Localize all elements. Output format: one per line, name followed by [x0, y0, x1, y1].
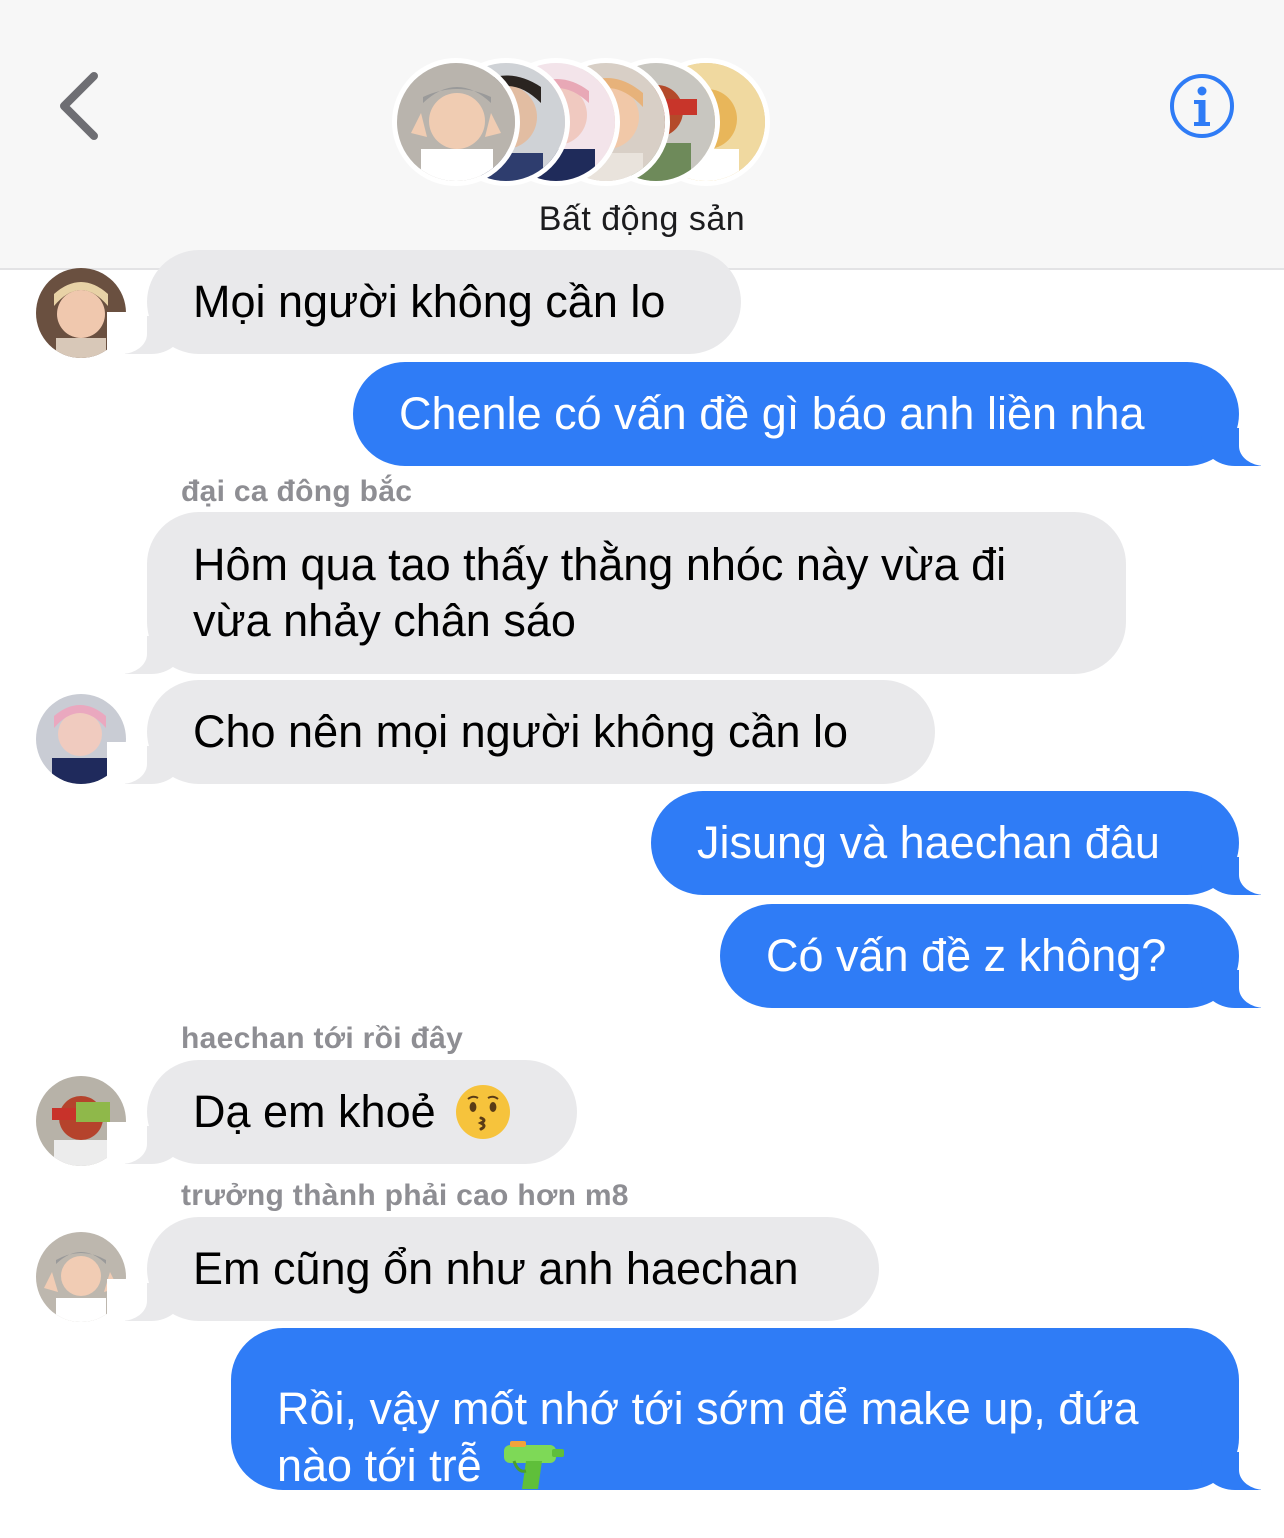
message-bubble-incoming[interactable]: Mọi người không cần lo — [107, 250, 741, 354]
message-text: Chenle có vấn đề gì báo anh liền nha — [399, 388, 1145, 439]
group-avatars[interactable] — [392, 58, 772, 190]
back-button[interactable] — [50, 66, 110, 146]
message-text: Dạ em khoẻ — [193, 1086, 436, 1137]
sender-name: haechan tới rồi đây — [181, 1022, 464, 1055]
kissing-face-icon — [455, 1085, 510, 1139]
chat-header: Bất động sản — [0, 0, 1284, 270]
avatar — [392, 58, 520, 186]
message-bubble-outgoing[interactable]: Chenle có vấn đề gì báo anh liền nha — [353, 362, 1279, 466]
message-text-content: Rồi, vậy mốt nhớ tới sớm để make up, đứa… — [277, 1382, 1139, 1491]
message-text: Em cũng ổn như anh haechan — [193, 1243, 799, 1294]
message-text: Cho nên mọi người không cần lo — [193, 706, 849, 757]
group-name[interactable]: Bất động sản — [0, 200, 1284, 239]
message-text: Mọi người không cần lo — [193, 276, 666, 327]
message-text: Có vấn đề z không? — [766, 930, 1167, 981]
info-circle-icon — [1170, 74, 1234, 138]
message-bubble-outgoing[interactable]: Có vấn đề z không? — [720, 904, 1279, 1008]
message-bubble-outgoing[interactable]: Jisung và haechan đâu — [651, 791, 1279, 895]
message-bubble-outgoing[interactable]: Rồi, vậy mốt nhớ tới sớm để make up, đứa… — [231, 1328, 1279, 1491]
sender-name: trưởng thành phải cao hơn m8 — [181, 1179, 629, 1212]
message-bubble-incoming[interactable]: Em cũng ổn như anh haechan — [107, 1217, 879, 1321]
message-bubble-incoming[interactable]: Hôm qua tao thấy thằng nhóc này vừa đi v… — [107, 512, 1126, 674]
sender-name: đại ca đông bắc — [181, 475, 413, 508]
message-text: Jisung và haechan đâu — [697, 817, 1160, 868]
info-button[interactable] — [1168, 72, 1236, 140]
message-bubble-incoming[interactable]: Dạ em khoẻ — [107, 1060, 577, 1164]
message-text: Rồi, vậy mốt nhớ tới sớm để make up, đứa… — [277, 1325, 1138, 1494]
message-text: Hôm qua tao thấy thằng nhóc này vừa đi v… — [193, 539, 1007, 646]
message-bubble-incoming[interactable]: Cho nên mọi người không cần lo — [107, 680, 935, 784]
chevron-left-icon — [60, 72, 98, 140]
water-pistol-icon — [503, 1440, 564, 1489]
